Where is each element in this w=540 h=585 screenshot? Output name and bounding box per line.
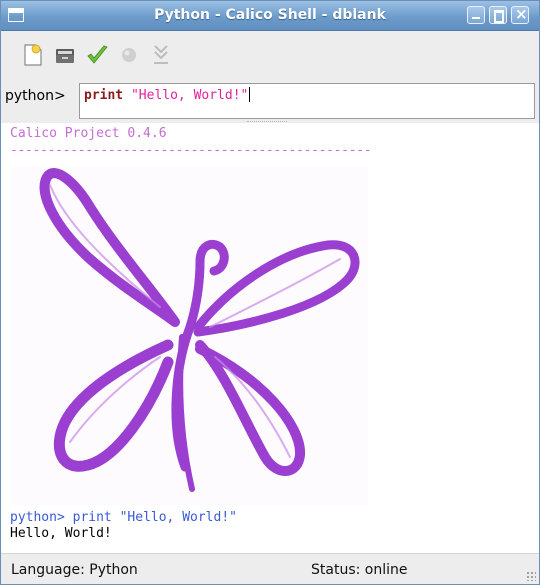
window-title: Python - Calico Shell - dblank — [154, 7, 386, 23]
language-status[interactable]: Language: Python — [11, 562, 138, 578]
echoed-command: python> print "Hello, World!" — [10, 510, 237, 525]
folder-icon — [56, 49, 74, 63]
stop-button[interactable] — [117, 43, 141, 67]
prompt-row: python> print "Hello, World!" — [1, 79, 539, 121]
new-document-icon — [24, 44, 42, 66]
toolbar — [1, 31, 539, 79]
status-bar: Language: Python Status: online — [1, 553, 539, 584]
echo-code: print "Hello, World!" — [72, 510, 237, 525]
command-result: Hello, World! — [10, 526, 112, 541]
resize-grip-icon[interactable] — [526, 571, 536, 581]
prompt-label: python> — [5, 88, 66, 104]
connection-status: Status: online — [311, 562, 408, 578]
minimize-button[interactable] — [467, 6, 485, 24]
version-banner: Calico Project 0.4.6 — [10, 126, 167, 141]
close-icon: × — [515, 5, 528, 23]
step-icon — [154, 45, 168, 64]
run-button[interactable] — [85, 43, 109, 67]
open-button[interactable] — [53, 43, 77, 67]
stop-icon — [122, 48, 136, 62]
title-bar[interactable]: Python - Calico Shell - dblank × — [1, 1, 539, 31]
step-button[interactable] — [149, 43, 173, 67]
new-document-button[interactable] — [21, 43, 45, 67]
text-cursor — [249, 87, 251, 102]
echo-prompt: python> — [10, 510, 73, 525]
keyword-token: print — [84, 88, 124, 103]
calico-butterfly-logo — [10, 167, 368, 505]
close-button[interactable]: × — [511, 5, 529, 24]
checkmark-icon — [87, 45, 108, 64]
calico-shell-window: Python - Calico Shell - dblank × python>… — [0, 0, 540, 585]
command-input[interactable]: print "Hello, World!" — [79, 83, 535, 119]
string-token: "Hello, World!" — [130, 88, 249, 103]
output-pane: Calico Project 0.4.6 -------------------… — [1, 123, 539, 553]
banner-divider: ----------------------------------------… — [10, 143, 372, 158]
command-text[interactable]: print "Hello, World!" — [84, 87, 251, 103]
maximize-button[interactable] — [489, 6, 507, 24]
